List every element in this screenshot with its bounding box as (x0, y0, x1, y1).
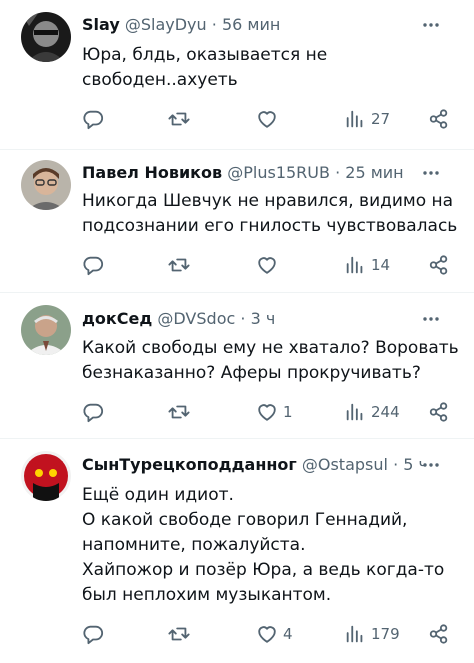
more-icon[interactable] (418, 306, 444, 332)
views-icon (344, 623, 366, 645)
separator-dot: · (393, 455, 399, 474)
repost-button[interactable] (168, 621, 195, 647)
post-text-line: Хайпожор и позёр Юра, а ведь когда-то (82, 560, 445, 580)
post-time[interactable]: 25 мин (345, 163, 403, 182)
reply-button[interactable] (82, 106, 109, 132)
views-count: 244 (371, 403, 400, 421)
reply-icon (82, 254, 104, 276)
post-text-line: Какой свободы ему не хватало? Воровать (82, 338, 459, 358)
views-icon (344, 108, 366, 130)
share-icon (428, 401, 450, 423)
author-name[interactable]: Slay (82, 15, 120, 34)
more-icon[interactable] (418, 160, 444, 186)
post-text-line: О какой свободе говорил Геннадий, (82, 510, 408, 530)
reply-icon (82, 623, 104, 645)
views-count: 14 (371, 256, 391, 274)
like-button[interactable]: 1 (256, 399, 293, 425)
author-name[interactable]: докСед (82, 309, 152, 328)
author-handle[interactable]: @SlayDyu (125, 15, 207, 34)
share-button[interactable] (428, 252, 450, 278)
views-icon (344, 401, 366, 423)
post-text-line: был неплохим музыкантом. (82, 585, 332, 605)
avatar[interactable] (21, 160, 71, 210)
reply-button[interactable] (82, 399, 109, 425)
reply-icon (82, 401, 104, 423)
post-text-line: напомните, пожалуйста. (82, 535, 306, 555)
post-actions: 27 (82, 106, 460, 132)
post-header: Slay @SlayDyu · 56 мин (82, 12, 424, 38)
repost-button[interactable] (168, 399, 195, 425)
like-count: 4 (283, 625, 293, 643)
post-text-line: свободен..ахуеть (82, 70, 238, 90)
share-icon (428, 254, 450, 276)
views-count: 27 (371, 110, 391, 128)
repost-icon (168, 401, 190, 423)
repost-button[interactable] (168, 252, 195, 278)
like-button[interactable]: 4 (256, 621, 293, 647)
post-text-line: Ещё один идиот. (82, 485, 234, 505)
post-time[interactable]: 56 мин (222, 15, 280, 34)
repost-icon (168, 623, 190, 645)
post-text: Юра, блдь, оказывается не свободен..ахуе… (82, 43, 462, 93)
repost-icon (168, 254, 190, 276)
post-text: Какой свободы ему не хватало? Воровать б… (82, 336, 462, 386)
more-icon[interactable] (418, 12, 444, 38)
post[interactable]: Павел Новиков @Plus15RUB · 25 мин Никогд… (0, 150, 474, 292)
heart-icon (256, 401, 278, 423)
post-text-line: подсознании его гнилость чувствовалась (82, 216, 458, 236)
share-button[interactable] (428, 621, 450, 647)
post-actions: 14 (82, 252, 460, 278)
separator-dot: · (335, 163, 341, 182)
views-icon (344, 254, 366, 276)
post-actions: 1 244 (82, 399, 460, 425)
heart-icon (256, 623, 278, 645)
heart-icon (256, 254, 278, 276)
post-text-line: Юра, блдь, оказывается не (82, 45, 328, 65)
views-button[interactable]: 244 (344, 399, 400, 425)
like-button[interactable] (256, 252, 283, 278)
post[interactable]: Slay @SlayDyu · 56 мин Юра, блдь, оказыв… (0, 0, 474, 149)
post[interactable]: СынТурецкоподданног @Ostapsul · 5 ч Ещё … (0, 439, 474, 663)
reply-button[interactable] (82, 621, 109, 647)
avatar[interactable] (21, 305, 71, 355)
views-count: 179 (371, 625, 400, 643)
author-name[interactable]: СынТурецкоподданног (82, 455, 297, 474)
post-time[interactable]: 3 ч (251, 309, 276, 328)
like-button[interactable] (256, 106, 283, 132)
author-handle[interactable]: @Plus15RUB (227, 163, 330, 182)
share-button[interactable] (428, 106, 450, 132)
share-button[interactable] (428, 399, 450, 425)
post-text-line: Никогда Шевчук не нравился, видимо на (82, 191, 454, 211)
post-text: Никогда Шевчук не нравился, видимо на по… (82, 189, 462, 239)
post-header: Павел Новиков @Plus15RUB · 25 мин (82, 160, 424, 186)
heart-icon (256, 108, 278, 130)
separator-dot: · (240, 309, 246, 328)
avatar[interactable] (21, 451, 71, 501)
author-name[interactable]: Павел Новиков (82, 163, 222, 182)
repost-button[interactable] (168, 106, 195, 132)
post-header: СынТурецкоподданног @Ostapsul · 5 ч (82, 452, 424, 478)
author-handle[interactable]: @DVSdoc (157, 309, 235, 328)
post-actions: 4 179 (82, 621, 460, 647)
post-text: Ещё один идиот. О какой свободе говорил … (82, 483, 462, 608)
share-icon (428, 108, 450, 130)
repost-icon (168, 108, 190, 130)
views-button[interactable]: 27 (344, 106, 390, 132)
like-count: 1 (283, 403, 293, 421)
reply-icon (82, 108, 104, 130)
views-button[interactable]: 179 (344, 621, 400, 647)
avatar[interactable] (21, 12, 71, 62)
author-handle[interactable]: @Ostapsul (302, 455, 388, 474)
more-icon[interactable] (418, 452, 444, 478)
post[interactable]: докСед @DVSdoc · 3 ч Какой свободы ему н… (0, 293, 474, 438)
views-button[interactable]: 14 (344, 252, 390, 278)
reply-button[interactable] (82, 252, 109, 278)
post-header: докСед @DVSdoc · 3 ч (82, 306, 424, 332)
share-icon (428, 623, 450, 645)
post-text-line: безнаказанно? Аферы прокручивать? (82, 363, 421, 383)
separator-dot: · (211, 15, 217, 34)
